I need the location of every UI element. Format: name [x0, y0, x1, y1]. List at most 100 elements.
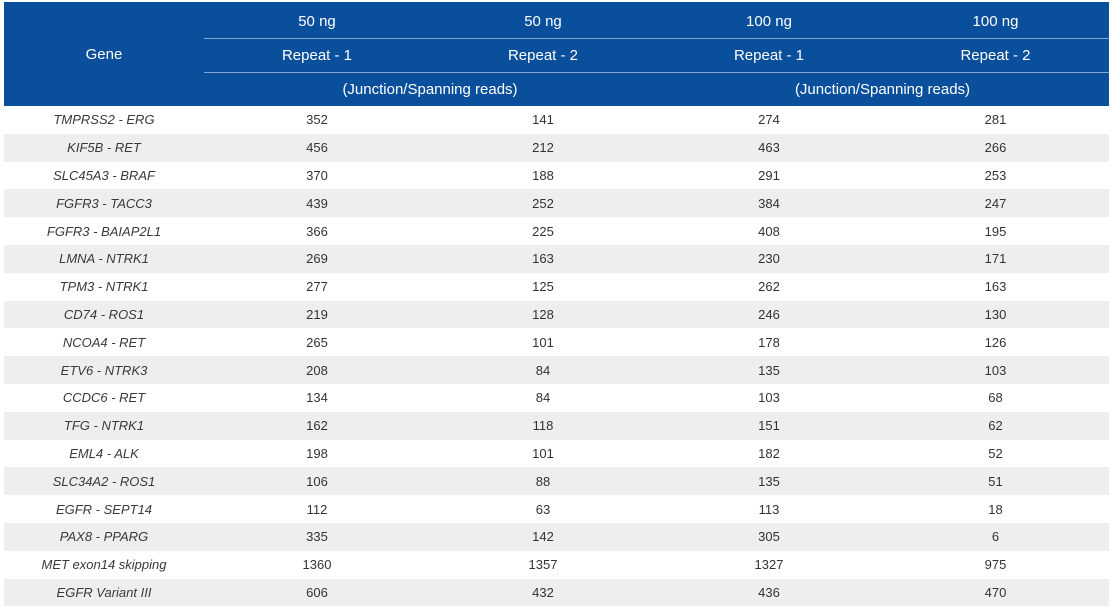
gene-cell: TPM3 - NTRK1	[4, 272, 204, 301]
amount-header: 100 ng	[882, 2, 1109, 39]
reads-cell: 128	[430, 300, 656, 329]
reads-cell: 51	[882, 467, 1109, 496]
reads-cell: 208	[204, 356, 430, 384]
reads-cell: 171	[882, 244, 1109, 273]
reads-cell: 291	[656, 161, 882, 190]
reads-cell: 370	[204, 161, 430, 190]
reads-cell: 106	[204, 467, 430, 496]
reads-cell: 408	[656, 217, 882, 245]
reads-cell: 439	[204, 189, 430, 218]
reads-cell: 606	[204, 578, 430, 607]
gene-cell: FGFR3 - BAIAP2L1	[4, 217, 204, 245]
gene-cell: TFG - NTRK1	[4, 411, 204, 440]
gene-cell: ETV6 - NTRK3	[4, 356, 204, 384]
gene-cell: LMNA - NTRK1	[4, 244, 204, 273]
reads-cell: 219	[204, 300, 430, 329]
reads-cell: 463	[656, 133, 882, 162]
table-row: KIF5B - RET 456 212 463 266	[4, 133, 1109, 162]
gene-cell: CD74 - ROS1	[4, 300, 204, 329]
table-row: MET exon14 skipping 1360 1357 1327 975	[4, 550, 1109, 579]
amount-header: 50 ng	[204, 2, 430, 39]
table-row: CD74 - ROS1 219 128 246 130	[4, 300, 1109, 329]
gene-cell: FGFR3 - TACC3	[4, 189, 204, 218]
table-row: SLC45A3 - BRAF 370 188 291 253	[4, 161, 1109, 190]
table-header: Gene 50 ng 50 ng 100 ng 100 ng Repeat - …	[4, 2, 1109, 106]
reads-cell: 456	[204, 133, 430, 162]
reads-cell: 247	[882, 189, 1109, 218]
reads-cell: 63	[430, 495, 656, 523]
reads-cell: 134	[204, 383, 430, 412]
reads-cell: 112	[204, 495, 430, 523]
reads-cell: 277	[204, 272, 430, 301]
reads-cell: 135	[656, 356, 882, 384]
reads-cell: 126	[882, 328, 1109, 357]
reads-cell: 432	[430, 578, 656, 607]
table-row: TPM3 - NTRK1 277 125 262 163	[4, 272, 1109, 301]
table-row: FGFR3 - BAIAP2L1 366 225 408 195	[4, 217, 1109, 245]
reads-cell: 195	[882, 217, 1109, 245]
reads-cell: 151	[656, 411, 882, 440]
gene-cell: SLC34A2 - ROS1	[4, 467, 204, 496]
reads-cell: 281	[882, 106, 1109, 134]
reads-cell: 274	[656, 106, 882, 134]
reads-cell: 246	[656, 300, 882, 329]
reads-cell: 52	[882, 439, 1109, 468]
units-header: (Junction/Spanning reads)	[656, 72, 1109, 106]
reads-cell: 253	[882, 161, 1109, 190]
reads-cell: 118	[430, 411, 656, 440]
reads-cell: 265	[204, 328, 430, 357]
reads-cell: 101	[430, 439, 656, 468]
reads-cell: 18	[882, 495, 1109, 523]
gene-cell: TMPRSS2 - ERG	[4, 106, 204, 134]
reads-cell: 230	[656, 244, 882, 273]
reads-cell: 163	[430, 244, 656, 273]
amount-header: 100 ng	[656, 2, 882, 39]
gene-cell: NCOA4 - RET	[4, 328, 204, 357]
reads-cell: 198	[204, 439, 430, 468]
reads-cell: 225	[430, 217, 656, 245]
reads-cell: 113	[656, 495, 882, 523]
reads-cell: 436	[656, 578, 882, 607]
table-row: NCOA4 - RET 265 101 178 126	[4, 328, 1109, 357]
gene-cell: PAX8 - PPARG	[4, 522, 204, 551]
reads-cell: 352	[204, 106, 430, 134]
reads-cell: 178	[656, 328, 882, 357]
reads-cell: 162	[204, 411, 430, 440]
reads-cell: 252	[430, 189, 656, 218]
reads-cell: 141	[430, 106, 656, 134]
table-row: TMPRSS2 - ERG 352 141 274 281	[4, 106, 1109, 134]
gene-cell: EML4 - ALK	[4, 439, 204, 468]
reads-cell: 84	[430, 383, 656, 412]
reads-cell: 125	[430, 272, 656, 301]
repeat-header: Repeat - 2	[882, 38, 1109, 73]
table-row: FGFR3 - TACC3 439 252 384 247	[4, 189, 1109, 218]
reads-cell: 88	[430, 467, 656, 496]
gene-cell: MET exon14 skipping	[4, 550, 204, 579]
reads-cell: 975	[882, 550, 1109, 579]
reads-cell: 103	[656, 383, 882, 412]
reads-cell: 62	[882, 411, 1109, 440]
table-body: TMPRSS2 - ERG 352 141 274 281 KIF5B - RET 456 2…	[4, 106, 1109, 607]
table-row: EML4 - ALK 198 101 182 52	[4, 439, 1109, 468]
amount-header: 50 ng	[430, 2, 656, 39]
reads-cell: 262	[656, 272, 882, 301]
gene-column-header: Gene	[4, 2, 204, 106]
table-row: ETV6 - NTRK3 208 84 135 103	[4, 356, 1109, 384]
reads-cell: 305	[656, 522, 882, 551]
reads-cell: 163	[882, 272, 1109, 301]
repeat-header: Repeat - 1	[656, 38, 882, 73]
reads-cell: 6	[882, 522, 1109, 551]
reads-cell: 84	[430, 356, 656, 384]
reads-cell: 68	[882, 383, 1109, 412]
table-row: EGFR - SEPT14 112 63 113 18	[4, 495, 1109, 523]
reads-cell: 182	[656, 439, 882, 468]
reads-cell: 188	[430, 161, 656, 190]
reads-cell: 470	[882, 578, 1109, 607]
reads-cell: 101	[430, 328, 656, 357]
reads-cell: 269	[204, 244, 430, 273]
reads-cell: 384	[656, 189, 882, 218]
reads-cell: 1357	[430, 550, 656, 579]
table-row: EGFR Variant III 606 432 436 470	[4, 578, 1109, 607]
reads-cell: 135	[656, 467, 882, 496]
reads-cell: 366	[204, 217, 430, 245]
